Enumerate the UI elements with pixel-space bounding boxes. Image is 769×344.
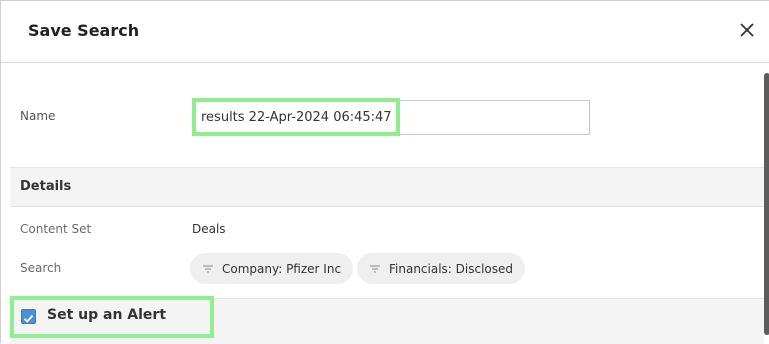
vertical-scrollbar[interactable] [764, 73, 769, 335]
alert-checkbox[interactable] [21, 309, 36, 324]
dialog-header: Save Search [1, 1, 769, 63]
filter-icon [203, 264, 213, 273]
details-section-header: Details [10, 167, 764, 207]
save-search-dialog: Save Search Name Details Content Set Dea… [0, 0, 769, 344]
name-label: Name [20, 109, 56, 123]
content-set-label: Content Set [20, 222, 92, 236]
content-set-value: Deals [192, 222, 226, 236]
search-chip-label: Financials: Disclosed [389, 261, 514, 276]
checkmark-icon [23, 314, 34, 323]
close-button[interactable] [738, 21, 756, 39]
details-title: Details [20, 179, 72, 194]
search-label: Search [20, 261, 62, 275]
filter-icon [370, 264, 380, 273]
name-input[interactable] [192, 100, 590, 135]
search-chip-financials[interactable]: Financials: Disclosed [357, 253, 526, 284]
close-icon [740, 23, 754, 37]
alert-label[interactable]: Set up an Alert [47, 307, 166, 323]
search-chip-label: Company: Pfizer Inc [222, 261, 342, 276]
dialog-title: Save Search [28, 21, 140, 40]
search-chip-company[interactable]: Company: Pfizer Inc [190, 253, 354, 284]
